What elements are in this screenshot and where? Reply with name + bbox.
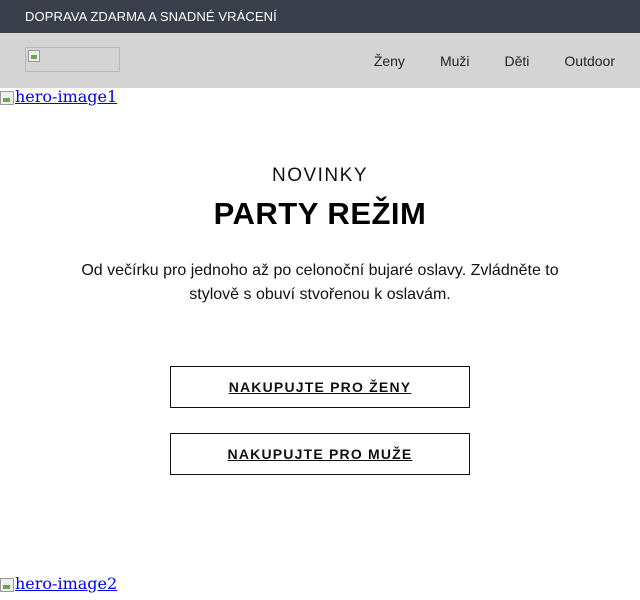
hero-image-2-alt: hero-image2 (15, 574, 118, 593)
hero-image-2-link[interactable]: hero-image2 (0, 575, 117, 592)
broken-image-icon (0, 578, 14, 592)
broken-image-icon (0, 91, 14, 105)
nav-item-zeny[interactable]: Ženy (374, 53, 405, 69)
broken-image-icon (28, 50, 40, 62)
promo-content: NOVINKY PARTY REŽIM Od večírku pro jedno… (0, 160, 640, 307)
logo-link[interactable] (25, 47, 120, 72)
nav-links: Ženy Muži Děti Outdoor (374, 33, 640, 88)
shop-women-button[interactable]: NAKUPUJTE PRO ŽENY (170, 366, 470, 408)
hero-image-1-alt: hero-image1 (15, 87, 118, 106)
promo-bar: DOPRAVA ZDARMA A SNADNÉ VRÁCENÍ (0, 0, 640, 33)
nav-item-muzi[interactable]: Muži (440, 53, 470, 69)
hero-image-1-link[interactable]: hero-image1 (0, 88, 117, 105)
promo-description: Od večírku pro jednoho až po celonoční b… (81, 262, 559, 303)
eyebrow-label: NOVINKY (271, 165, 369, 186)
nav-item-outdoor[interactable]: Outdoor (564, 53, 615, 69)
page-title: PARTY REŽIM (213, 196, 427, 231)
promo-bar-text: DOPRAVA ZDARMA A SNADNÉ VRÁCENÍ (25, 9, 277, 24)
shop-men-button[interactable]: NAKUPUJTE PRO MUŽE (170, 433, 470, 475)
nav-item-deti[interactable]: Děti (505, 53, 530, 69)
main-nav: Ženy Muži Děti Outdoor (0, 33, 640, 88)
